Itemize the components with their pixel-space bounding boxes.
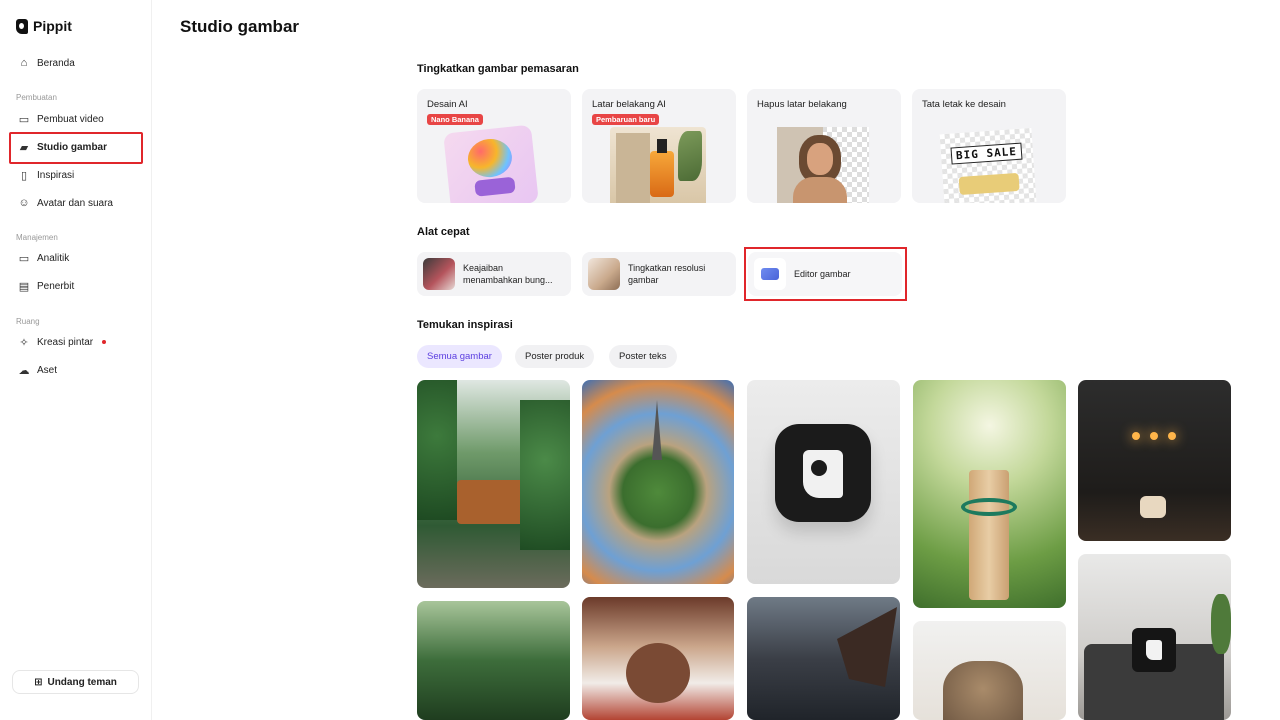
highlight-outline-image-studio [9, 132, 143, 164]
video-icon: ▭ [18, 113, 30, 126]
avatar-icon: ☺ [18, 197, 30, 209]
home-icon: ⌂ [20, 57, 28, 69]
invite-friends-button[interactable]: ⊞ Undang teman [12, 670, 139, 694]
section-heading-inspiration: Temukan inspirasi [417, 319, 513, 331]
card-title: Desain AI [427, 99, 468, 110]
app-root: Pippit ⌂ Beranda Pembuatan ▭ Pembuat vid… [0, 0, 1280, 720]
feature-card-layout-to-design[interactable]: Tata letak ke desain BIG SALE [912, 89, 1066, 203]
page-title: Studio gambar [180, 17, 300, 36]
notification-dot [102, 340, 107, 344]
sidebar-item-home[interactable]: ⌂ Beranda [8, 50, 144, 76]
section-heading-marketing: Tingkatkan gambar pemasaran [417, 63, 579, 75]
card-title: Latar belakang AI [592, 99, 666, 110]
gallery-tile-cats[interactable] [582, 597, 734, 720]
card-badge: Nano Banana [427, 114, 483, 125]
feature-card-remove-background[interactable]: Hapus latar belakang [747, 89, 901, 203]
card-title: Tata letak ke desain [922, 99, 1006, 110]
quick-tool-upscale[interactable]: Tingkatkan resolusi gambar [582, 252, 736, 296]
remove-background-preview-image [777, 127, 869, 203]
quick-tool-thumbnail [423, 258, 455, 290]
section-label-create: Pembuatan [16, 93, 57, 102]
sidebar-item-label: Inspirasi [37, 169, 75, 181]
brand-logo[interactable]: Pippit [16, 18, 72, 34]
gallery-tile-bracelet[interactable] [913, 380, 1066, 608]
feature-card-ai-design[interactable]: Desain AI Nano Banana [417, 89, 571, 203]
pippit-logo-icon [16, 18, 28, 34]
quick-tool-label-line1: Keajaiban [463, 263, 504, 273]
sidebar-item-label: Analitik [37, 252, 70, 264]
highlight-outline-image-editor [744, 247, 907, 301]
calendar-icon: ▤ [18, 280, 30, 293]
quick-tool-label-line2: menambahkan bung... [463, 275, 553, 285]
section-label-manage: Manajemen [16, 233, 58, 242]
layout-to-design-preview-image: BIG SALE [939, 127, 1037, 203]
sidebar-item-video-maker[interactable]: ▭ Pembuat video [8, 106, 144, 132]
filter-product-posters[interactable]: Poster produk [515, 345, 595, 368]
quick-tool-label-line1: Tingkatkan resolusi [628, 263, 706, 273]
gallery-tile-fluffy-logo[interactable] [747, 380, 900, 584]
sidebar-item-label: Pembuat video [37, 113, 104, 125]
card-title: Hapus latar belakang [757, 99, 847, 110]
card-badge: Pembaruan baru [592, 114, 660, 125]
gift-icon: ⊞ [34, 676, 43, 688]
gallery-tile-tote-bag[interactable] [417, 380, 570, 588]
quick-tool-label-line2: gambar [628, 275, 659, 285]
gallery-tile-pillow-sofa[interactable] [1078, 554, 1231, 720]
sidebar-item-label: Kreasi pintar [37, 336, 94, 348]
cloud-icon: ☁ [18, 364, 30, 377]
gallery-tile-eiffel-planet[interactable] [582, 380, 734, 584]
sidebar-item-label: Penerbit [37, 280, 75, 292]
gallery-tile-lamp[interactable] [1078, 380, 1231, 541]
sidebar-item-analytics[interactable]: ▭ Analitik [8, 245, 144, 271]
inspiration-icon: ▯ [20, 169, 28, 182]
big-sale-label: BIG SALE [950, 142, 1023, 165]
filter-text-posters[interactable]: Poster teks [609, 345, 677, 368]
filter-all-images[interactable]: Semua gambar [417, 345, 502, 368]
sidebar-item-inspiration[interactable]: ▯ Inspirasi [8, 162, 144, 188]
gallery-tile-forest[interactable] [417, 601, 570, 720]
section-label-space: Ruang [16, 317, 40, 326]
feature-card-ai-background[interactable]: Latar belakang AI Pembaruan baru [582, 89, 736, 203]
sidebar-item-smart-creation[interactable]: ✧ Kreasi pintar [8, 329, 144, 355]
quick-tool-thumbnail [588, 258, 620, 290]
ai-design-preview-image [443, 124, 539, 203]
gallery-tile-cat-closeup[interactable] [913, 621, 1066, 720]
sidebar-item-label: Avatar dan suara [37, 197, 113, 209]
sidebar: Pippit ⌂ Beranda Pembuatan ▭ Pembuat vid… [0, 0, 152, 720]
ai-background-preview-image [610, 127, 706, 203]
sidebar-item-assets[interactable]: ☁ Aset [8, 357, 144, 383]
sidebar-item-label: Beranda [37, 57, 75, 69]
sidebar-item-avatar-voice[interactable]: ☺ Avatar dan suara [8, 190, 144, 216]
gallery-tile-dragon-hero[interactable] [747, 597, 900, 720]
sidebar-item-label: Aset [37, 364, 58, 376]
sidebar-item-publisher[interactable]: ▤ Penerbit [8, 273, 144, 299]
invite-label: Undang teman [47, 676, 117, 688]
magic-wand-icon: ✧ [19, 336, 29, 349]
quick-tool-add-flowers[interactable]: Keajaiban menambahkan bung... [417, 252, 571, 296]
brand-name: Pippit [33, 18, 72, 34]
section-heading-quick-tools: Alat cepat [417, 226, 470, 238]
analytics-icon: ▭ [18, 252, 30, 265]
